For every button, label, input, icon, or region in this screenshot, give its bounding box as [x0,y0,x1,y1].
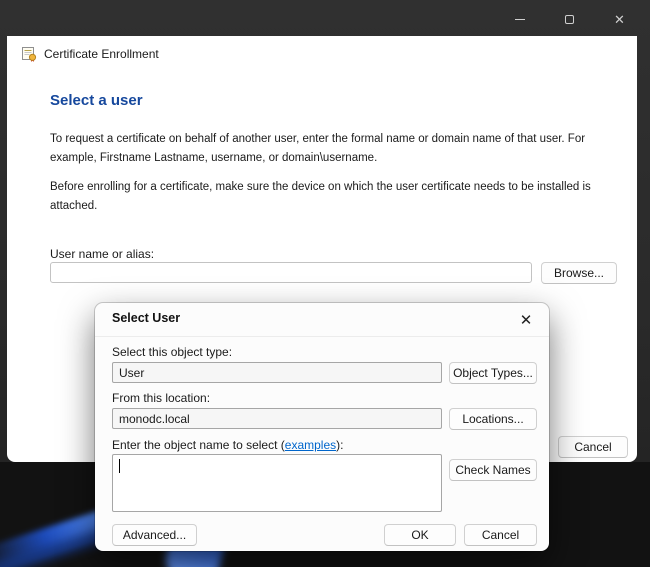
dialog-close-button[interactable]: ✕ [513,308,539,332]
location-label: From this location: [112,391,210,405]
desktop: ✕ Certificate Enrollment Select a user T… [0,0,650,567]
instruction-paragraph-1: To request a certificate on behalf of an… [50,130,620,167]
minimize-button[interactable] [498,5,541,33]
main-cancel-button[interactable]: Cancel [558,436,628,458]
close-icon: ✕ [614,13,625,26]
advanced-button[interactable]: Advanced... [112,524,197,546]
object-name-label-suffix: ): [336,438,343,452]
location-field[interactable]: monodc.local [112,408,442,429]
object-name-label-prefix: Enter the object name to select ( [112,438,285,452]
username-input[interactable] [50,262,532,283]
window-controls: ✕ [498,5,641,33]
dialog-title: Select User [112,311,180,325]
certificate-icon [21,46,37,62]
app-header: Certificate Enrollment [21,45,159,63]
username-label: User name or alias: [50,247,154,261]
object-types-button[interactable]: Object Types... [449,362,537,384]
page-title: Select a user [50,92,143,109]
select-user-dialog: Select User ✕ Select this object type: U… [95,303,549,551]
text-caret [119,459,120,473]
object-type-label: Select this object type: [112,345,232,359]
window-titlebar[interactable]: ✕ [0,0,650,36]
object-name-input[interactable] [112,454,442,512]
dialog-cancel-button[interactable]: Cancel [464,524,537,546]
ok-button[interactable]: OK [384,524,456,546]
maximize-icon [565,15,574,24]
divider [95,336,549,337]
browse-button[interactable]: Browse... [541,262,617,284]
minimize-icon [515,19,525,20]
instruction-paragraph-2: Before enrolling for a certificate, make… [50,178,620,215]
examples-link[interactable]: examples [285,438,336,452]
close-button[interactable]: ✕ [598,5,641,33]
locations-button[interactable]: Locations... [449,408,537,430]
maximize-button[interactable] [548,5,591,33]
object-type-field[interactable]: User [112,362,442,383]
app-title: Certificate Enrollment [44,47,159,61]
close-icon: ✕ [520,311,533,329]
check-names-button[interactable]: Check Names [449,459,537,481]
object-name-label: Enter the object name to select (example… [112,438,343,452]
